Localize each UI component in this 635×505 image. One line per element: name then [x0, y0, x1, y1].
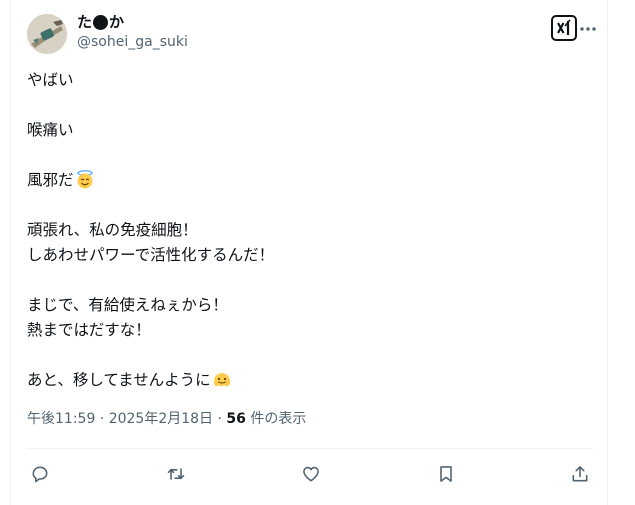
redaction-dot — [93, 14, 109, 30]
bookmark-button[interactable] — [433, 461, 459, 487]
bookmark-icon — [440, 466, 452, 482]
halo-emoji-icon — [76, 170, 93, 189]
display-name[interactable]: た か — [77, 12, 188, 32]
divider — [27, 448, 593, 449]
avatar-image — [27, 14, 67, 54]
user-info: た か @sohei_ga_suki — [77, 12, 188, 52]
views-count[interactable]: 56 — [226, 411, 245, 427]
more-button[interactable] — [575, 16, 601, 42]
tweet-line: 喉痛い — [27, 121, 74, 139]
display-name-part2: か — [109, 13, 125, 31]
grok-button[interactable] — [551, 15, 577, 41]
tweet-line-text: あと、移してませんように — [27, 371, 211, 389]
tweet-line: 熱まではだすな！ — [27, 321, 151, 339]
tweet-line: まじで、有給使えねぇから！ — [27, 296, 228, 314]
more-icon — [580, 27, 596, 31]
tweet-line: しあわせパワーで活性化するんだ！ — [27, 246, 275, 264]
user-handle[interactable]: @sohei_ga_suki — [77, 32, 188, 52]
reply-button[interactable] — [27, 461, 53, 487]
display-name-part1: た — [77, 13, 93, 31]
timestamp[interactable]: 午後11:59 · 2025年2月18日 · — [27, 411, 226, 427]
retweet-button[interactable] — [163, 461, 189, 487]
tweet-header: た か @sohei_ga_suki — [27, 12, 596, 56]
tweet-card: た か @sohei_ga_suki やばい 喉痛い 風邪だ 頑張れ、私の免疫細… — [10, 0, 608, 505]
share-icon — [572, 466, 588, 482]
views-label: 件の表示 — [245, 411, 307, 427]
grok-icon — [557, 19, 571, 35]
like-button[interactable] — [298, 461, 324, 487]
like-icon — [303, 466, 319, 482]
tweet-line-text: 風邪だ — [27, 171, 74, 189]
tweet-line: 頑張れ、私の免疫細胞！ — [27, 221, 198, 239]
melting-face-emoji-icon — [213, 373, 230, 387]
tweet-line-with-emoji: 風邪だ — [27, 168, 593, 193]
tweet-text: やばい 喉痛い 風邪だ 頑張れ、私の免疫細胞！ しあわせパワーで活性化するんだ！… — [27, 68, 593, 393]
tweet-meta: 午後11:59 · 2025年2月18日 · 56 件の表示 — [27, 409, 306, 429]
reply-icon — [32, 466, 48, 483]
tweet-line-with-emoji: あと、移してませんように — [27, 368, 593, 393]
share-button[interactable] — [567, 461, 593, 487]
tweet-line: やばい — [27, 71, 74, 89]
avatar[interactable] — [27, 14, 67, 54]
action-bar — [27, 457, 593, 491]
retweet-icon — [167, 468, 185, 480]
